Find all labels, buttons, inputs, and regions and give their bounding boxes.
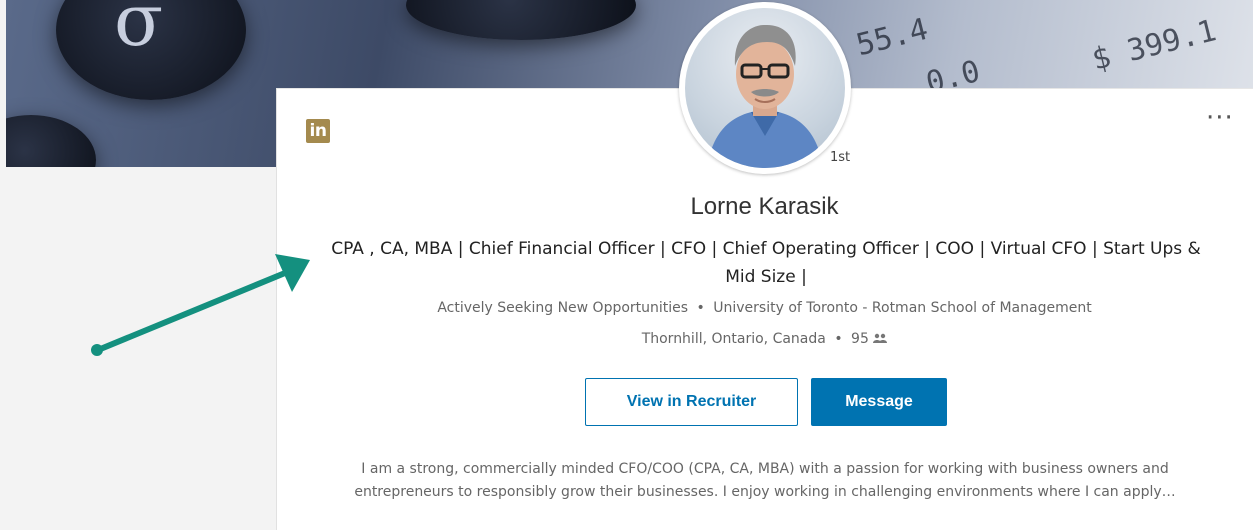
summary-line-1: I am a strong, commercially minded CFO/C…: [361, 461, 1169, 477]
annotation-arrow-icon: [91, 254, 310, 356]
profile-headline: CPA , CA, MBA | Chief Financial Officer …: [310, 235, 1222, 291]
cover-digits: 55.4: [852, 11, 932, 64]
education: University of Toronto - Rotman School of…: [713, 300, 1092, 316]
person-photo-icon: [707, 24, 823, 168]
calculator-key: [6, 115, 96, 167]
headline-line-2: Mid Size |: [725, 267, 807, 287]
profile-meta: Actively Seeking New Opportunities • Uni…: [276, 300, 1253, 316]
current-position: Actively Seeking New Opportunities: [437, 300, 689, 316]
profile-name: Lorne Karasik: [690, 193, 839, 220]
connection-degree-badge: 1st: [830, 150, 851, 165]
meta-separator: •: [696, 300, 705, 316]
headline-line-1: CPA , CA, MBA | Chief Financial Officer …: [331, 239, 1201, 259]
connections-count[interactable]: 95: [851, 331, 869, 347]
connections-icon: [873, 331, 888, 347]
meta-separator: •: [834, 331, 843, 347]
linkedin-logo-icon: in: [306, 119, 330, 143]
calculator-key: [406, 0, 636, 40]
calculator-key-sigma: σ: [56, 0, 246, 100]
profile-location-row: Thornhill, Ontario, Canada • 95: [276, 331, 1253, 347]
profile-summary[interactable]: I am a strong, commercially minded CFO/C…: [300, 458, 1230, 504]
more-options-icon[interactable]: ···: [1206, 105, 1234, 131]
sigma-symbol: σ: [114, 0, 164, 62]
location: Thornhill, Ontario, Canada: [641, 331, 826, 347]
summary-line-2: entrepreneurs to responsibly grow their …: [354, 484, 1176, 500]
message-button[interactable]: Message: [811, 378, 947, 426]
view-in-recruiter-button[interactable]: View in Recruiter: [585, 378, 798, 426]
cover-digits: $ 399.1: [1088, 13, 1220, 78]
avatar: [685, 8, 845, 168]
profile-photo[interactable]: [679, 2, 851, 174]
